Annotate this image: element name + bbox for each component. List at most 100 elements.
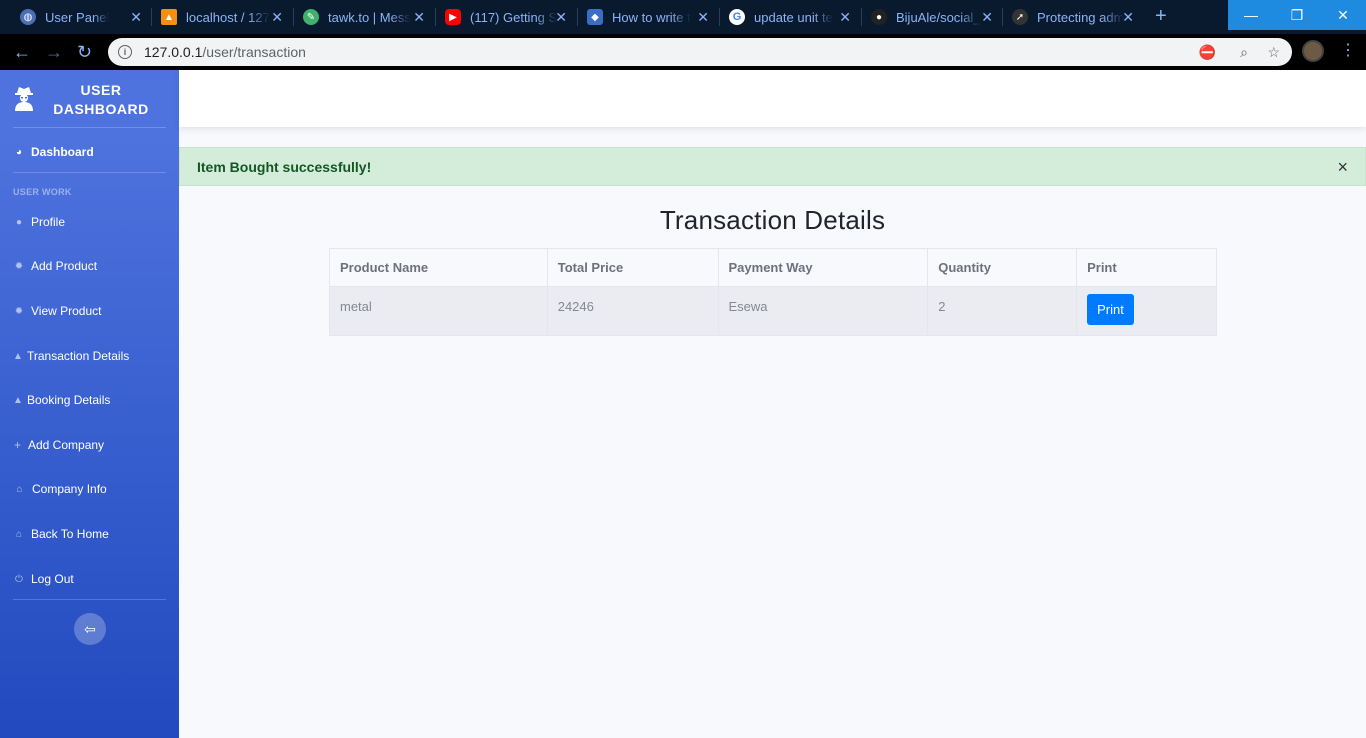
sidebar-item-log-out[interactable]: ⏻ Log Out — [13, 569, 74, 589]
profile-avatar[interactable] — [1302, 40, 1324, 62]
brand-title: USER DASHBOARD — [53, 82, 149, 117]
user-secret-icon — [15, 87, 33, 111]
info-icon[interactable]: i — [118, 45, 132, 59]
cell-payment-way: Esewa — [717, 286, 929, 336]
column-header: Print — [1076, 248, 1217, 287]
table-row: metal 24246 Esewa 2 Print — [329, 286, 1217, 336]
sidebar-divider — [13, 127, 166, 128]
sidebar-item-add-product[interactable]: ✹ Add Product — [13, 256, 97, 276]
cell-total-price: 24246 — [546, 286, 719, 336]
menu-kebab-icon[interactable]: ⋮ — [1340, 42, 1356, 60]
cog-icon: ✹ — [14, 305, 24, 317]
tab-how-to-write[interactable]: ◆ How to write t ✕ — [587, 0, 715, 34]
cog-icon: ✹ — [14, 260, 24, 272]
sidebar-item-back-to-home[interactable]: ⌂ Back To Home — [13, 524, 109, 544]
tab-localhost[interactable]: ▲ localhost / 127 ✕ — [161, 0, 289, 34]
close-icon[interactable]: ✕ — [981, 9, 993, 25]
tab-tawk[interactable]: ✎ tawk.to | Mess ✕ — [303, 0, 431, 34]
sidebar-divider — [13, 172, 166, 173]
sidebar-item-transaction-details[interactable]: ▲ Transaction Details — [13, 346, 129, 366]
tracking-blocked-icon[interactable]: ⛔ — [1199, 44, 1216, 60]
close-icon[interactable]: ✕ — [555, 9, 567, 25]
sidebar-item-company-info[interactable]: ⌂ Company Info — [13, 479, 107, 499]
tab-title: User Panel — [45, 9, 110, 25]
reload-icon[interactable]: ↻ — [77, 42, 92, 62]
tab-user-panel[interactable]: ◍ User Panel ✕ — [20, 0, 148, 34]
browser-tab-bar: ◍ User Panel ✕ ▲ localhost / 127 ✕ ✎ taw… — [0, 0, 1366, 34]
sidebar-item-view-product[interactable]: ✹ View Product — [13, 301, 102, 321]
home-icon: ⌂ — [15, 528, 23, 540]
zoom-icon[interactable]: ⌕ — [1240, 44, 1248, 60]
star-icon[interactable]: ☆ — [1267, 44, 1280, 60]
close-icon[interactable]: × — [1337, 158, 1348, 176]
sidebar-item-add-company[interactable]: + Add Company — [13, 435, 104, 455]
tab-youtube[interactable]: ▶ (117) Getting S ✕ — [445, 0, 573, 34]
topbar — [179, 70, 1366, 127]
close-icon[interactable]: ✕ — [413, 9, 425, 25]
close-icon[interactable]: ✕ — [697, 9, 709, 25]
page-title: Transaction Details — [659, 205, 886, 235]
tab-protecting[interactable]: ➚ Protecting adm ✕ — [1012, 0, 1140, 34]
alert-message: Item Bought successfully! — [197, 158, 372, 175]
sidebar-item-label: Profile — [31, 215, 66, 229]
sidebar-item-label: View Product — [31, 304, 102, 318]
youtube-icon: ▶ — [445, 9, 461, 25]
tab-title: Protecting adm — [1037, 9, 1125, 25]
sidebar-item-label: Company Info — [32, 482, 107, 496]
new-tab-plus-icon[interactable]: + — [1155, 6, 1167, 26]
close-window-icon[interactable]: ✕ — [1320, 0, 1366, 30]
sidebar-item-label: Back To Home — [31, 527, 109, 541]
sidebar-item-profile[interactable]: ● Profile — [13, 212, 65, 232]
transaction-table: Product Name Total Price Payment Way Qua… — [329, 248, 1217, 336]
column-header: Total Price — [546, 248, 719, 287]
tab-github[interactable]: ● BijuAle/social_ ✕ — [871, 0, 999, 34]
tachometer-icon: ◕ — [15, 146, 23, 158]
cell-product-name: metal — [329, 286, 548, 336]
restore-icon[interactable]: ❐ — [1274, 0, 1320, 30]
success-alert: Item Bought successfully! × — [179, 147, 1366, 186]
table-header-row: Product Name Total Price Payment Way Qua… — [329, 248, 1217, 287]
minimize-icon[interactable]: — — [1228, 0, 1274, 30]
column-header: Payment Way — [717, 248, 929, 287]
print-button[interactable]: Print — [1087, 294, 1134, 325]
sidebar: USER DASHBOARD ◕ Dashboard USER WORK ● P… — [0, 70, 179, 738]
tawk-icon: ✎ — [303, 9, 319, 25]
tab-title: localhost / 127 — [186, 9, 270, 25]
plus-icon: + — [13, 438, 21, 452]
bank-icon: ⌂ — [16, 483, 23, 495]
sidebar-item-dashboard[interactable]: ◕ Dashboard — [13, 142, 94, 162]
cell-quantity: 2 — [927, 286, 1078, 336]
close-icon[interactable]: ✕ — [839, 9, 851, 25]
sidebar-divider — [13, 599, 166, 600]
power-icon: ⏻ — [15, 573, 23, 585]
globe-icon: ◍ — [20, 9, 36, 25]
phpmyadmin-icon: ▲ — [161, 9, 177, 25]
close-icon[interactable]: ✕ — [130, 9, 142, 25]
tab-title: tawk.to | Mess — [328, 9, 411, 25]
tab-title: How to write t — [612, 9, 691, 25]
close-icon[interactable]: ✕ — [1122, 9, 1134, 25]
sidebar-toggle-button[interactable]: ⇦ — [74, 613, 106, 645]
tab-title: (117) Getting S — [470, 9, 558, 25]
sidebar-item-label: Add Company — [28, 438, 105, 452]
arrow-icon: ➚ — [1012, 9, 1028, 25]
user-icon: ▲ — [13, 350, 23, 362]
sidebar-heading: USER WORK — [13, 187, 72, 197]
sidebar-item-booking-details[interactable]: ▲ Booking Details — [13, 390, 110, 410]
user-circle-icon: ● — [15, 216, 23, 228]
tab-title: update unit te — [754, 9, 833, 25]
address-bar[interactable]: i 127.0.0.1/user/transaction ⛔ ⌕ ☆ — [108, 38, 1292, 66]
forward-arrow-icon[interactable]: → — [45, 42, 63, 62]
sidebar-brand[interactable]: USER DASHBOARD — [0, 70, 179, 128]
tab-title: BijuAle/social_ — [896, 9, 981, 25]
back-arrow-icon[interactable]: ← — [13, 42, 31, 62]
tab-google[interactable]: G update unit te ✕ — [729, 0, 857, 34]
column-header: Product Name — [329, 248, 548, 287]
sidebar-item-label: Dashboard — [31, 145, 94, 159]
sidebar-item-label: Transaction Details — [27, 349, 130, 363]
user-icon: ▲ — [13, 394, 23, 406]
browser-toolbar: ← → ↻ i 127.0.0.1/user/transaction ⛔ ⌕ ☆ — [0, 34, 1366, 70]
sidebar-item-label: Booking Details — [27, 393, 111, 407]
close-icon[interactable]: ✕ — [271, 9, 283, 25]
cell-print: Print — [1076, 286, 1217, 336]
